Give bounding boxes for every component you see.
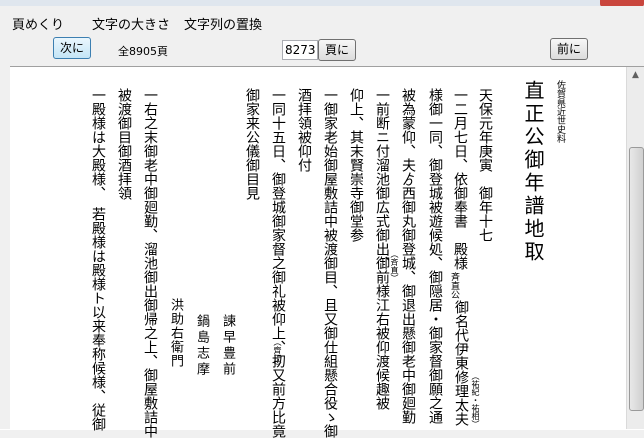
text-line: 天保元年庚寅 御年十七 [477, 88, 493, 242]
text-line: 一御家老始御屋敷詰中被渡御目、且又御仕組懸合役ゝ御 [322, 88, 338, 438]
text-line: 御家来公儀御目見 [244, 88, 260, 200]
text-line: 被渡御目御酒拝領 [116, 88, 132, 200]
scroll-thumb[interactable] [629, 147, 644, 411]
menu-bar: 頁めくり 文字の大きさ 文字列の置換 [0, 6, 644, 33]
document-title: 直正公御年譜地取 [521, 80, 545, 264]
menu-page-turn[interactable]: 頁めくり [12, 14, 64, 33]
text-line: 一二月七日、依御奉書 殿様 [452, 88, 468, 270]
note-text: 御前様江右被仰渡候趣被 [374, 256, 390, 410]
goto-page-button[interactable]: 頁に [318, 39, 356, 61]
note-text: 斉直公 [449, 272, 459, 299]
scroll-up-icon[interactable]: ▲ [627, 67, 644, 84]
menu-replace-text[interactable]: 文字列の置換 [184, 14, 262, 33]
prev-page-button[interactable]: 前に [550, 38, 588, 60]
note-text: （齊正） [273, 338, 282, 370]
text-line: 一前断ニ付溜池御広式御出、 [374, 88, 390, 270]
text-line: 仰上、其末賢崇寺御堂参 [348, 88, 364, 242]
note-text: （祐紀・祐相） [471, 372, 480, 428]
signature: 洪助右衛門 [168, 298, 183, 368]
note-text: 御名代伊東修理太夫 [453, 300, 469, 426]
signature: 鍋島志摩 [194, 314, 209, 378]
text-line: 一殿様は大殿様、 若殿様は殿様ト以来奉称候様、従御 [90, 88, 106, 431]
source-label: 佐賀県近世史料 [555, 80, 565, 143]
vertical-scrollbar[interactable]: ▲ [626, 67, 644, 429]
text-line: 一右之末御老中御廻勤、溜池御出御帰之上、御屋敷詰中 [142, 88, 158, 438]
text-line: 酒拝領被仰付 [296, 88, 312, 172]
next-page-button[interactable]: 次に [53, 37, 91, 59]
text-line: 様御一同、御登城被遊候処、御隠居・御家督御願之通 [427, 88, 443, 424]
total-pages-label: 全8905頁 [118, 45, 168, 58]
text-line: 被為蒙仰、夫ゟ西御丸御登城、御退出懸御老中御廻勤 [400, 88, 416, 424]
signature: 諫早豊前 [220, 314, 235, 378]
text-line: 一同十五日、御登城御家督之御礼被仰上、扨又前方比竟 [270, 88, 286, 438]
document-left-margin [0, 66, 10, 429]
page-number-input[interactable] [282, 40, 318, 60]
menu-font-size[interactable]: 文字の大きさ [92, 14, 170, 33]
